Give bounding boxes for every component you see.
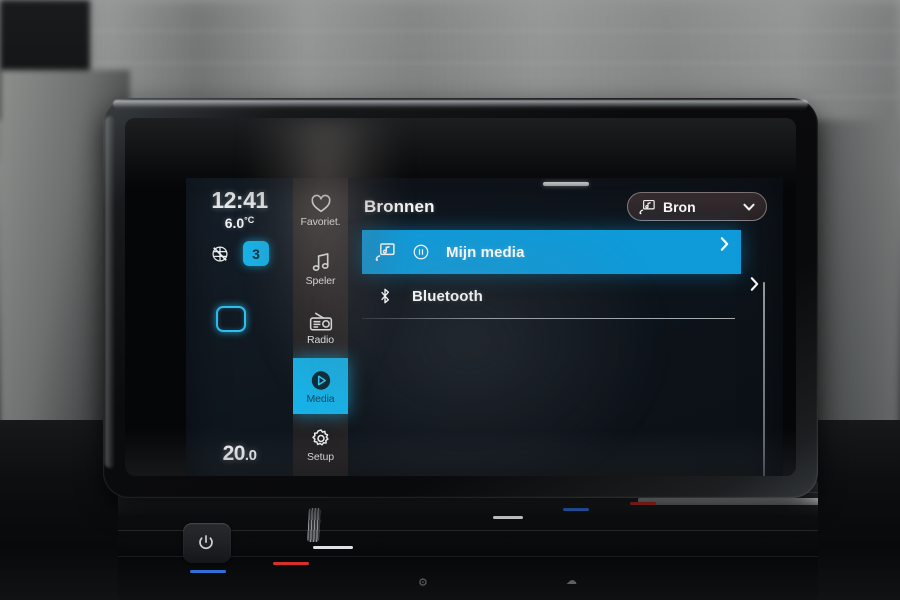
panel-drag-handle[interactable] (542, 182, 589, 186)
temp-slider-cold-marker[interactable] (190, 570, 226, 573)
outside-temperature-value: 6.0 (224, 215, 245, 231)
outside-temperature: 6.0°C (186, 215, 293, 231)
chevron-down-icon (743, 203, 755, 210)
list-separator (362, 318, 735, 319)
gear-icon (311, 429, 329, 446)
sources-list: Mijn media Bluetooth (348, 230, 783, 476)
source-dropdown-label: Bron (663, 198, 696, 215)
source-dropdown-button[interactable]: Bron (627, 192, 767, 221)
list-item-bluetooth[interactable]: Bluetooth (362, 274, 759, 318)
chevron-right-icon[interactable] (718, 236, 731, 252)
play-circle-icon (311, 370, 330, 390)
page-title: Bronnen (364, 196, 435, 216)
defrost-off-icon[interactable] (210, 244, 230, 264)
set-temperature-whole: 20 (222, 442, 246, 465)
background-line (0, 62, 900, 64)
infotainment-display: 12:41 6.0°C 3 20.0 Favoriet. Speler Radi… (125, 118, 796, 476)
pause-circle-icon (413, 244, 429, 260)
music-note-icon (312, 253, 329, 271)
nav-label-favoriet: Favoriet. (300, 216, 341, 229)
vertical-scrollbar[interactable] (763, 282, 765, 476)
set-temperature-decimal: .0 (244, 447, 257, 464)
media-source-icon (375, 243, 395, 262)
list-item-label: Mijn media (446, 243, 525, 261)
chevron-right-icon[interactable] (748, 276, 761, 292)
nav-item-favoriet[interactable]: Favoriet. (293, 182, 348, 238)
nav-item-speler[interactable]: Speler (293, 241, 348, 297)
nav-label-radio: Radio (307, 333, 334, 346)
list-item-label: Bluetooth (412, 287, 483, 305)
outside-temperature-unit: °C (244, 215, 255, 225)
brightness-slider-marker[interactable] (313, 546, 353, 549)
radio-icon (309, 312, 332, 331)
nav-label-setup: Setup (307, 451, 334, 464)
temp-slider-cold-marker-right[interactable] (563, 508, 589, 511)
background-line (0, 30, 900, 32)
heart-icon (310, 194, 331, 213)
bluetooth-icon (381, 288, 390, 304)
list-item-mijn-media[interactable]: Mijn media (362, 230, 741, 274)
bezel-highlight-left (105, 116, 115, 468)
console-vent-blade (638, 498, 818, 505)
volume-slider-marker[interactable] (493, 516, 523, 519)
nav-item-media[interactable]: Media (293, 358, 348, 415)
source-dropdown-left: Bron (638, 199, 696, 215)
nav-label-media: Media (306, 392, 335, 405)
console-knurled-control[interactable] (307, 508, 321, 542)
main-panel: Bronnen Bron Mijn media Bluetooth (348, 178, 783, 476)
bezel-highlight (113, 100, 808, 111)
nav-item-setup[interactable]: Setup (293, 417, 348, 473)
nav-item-radio[interactable]: Radio (293, 300, 348, 356)
temp-slider-hot-marker-right[interactable] (630, 502, 656, 505)
temp-slider-hot-marker[interactable] (273, 562, 309, 565)
fan-speed-badge[interactable]: 3 (243, 241, 269, 266)
climate-status-row: 3 (186, 241, 293, 266)
power-icon (199, 535, 213, 550)
nav-rail: Favoriet. Speler Radio Media Setup (293, 178, 348, 476)
power-button[interactable] (183, 523, 231, 563)
infotainment-bezel: 12:41 6.0°C 3 20.0 Favoriet. Speler Radi… (103, 98, 818, 498)
status-column: 12:41 6.0°C 3 20.0 (186, 178, 293, 476)
media-source-icon (639, 199, 655, 214)
clock: 12:41 (211, 187, 268, 213)
set-temperature[interactable]: 20.0 (186, 442, 293, 466)
photo-scene: ⚙ ☁ 12:41 6.0°C 3 20.0 Favoriet. Speler … (0, 0, 900, 600)
seat-heating-button[interactable] (216, 306, 246, 332)
infotainment-ui: 12:41 6.0°C 3 20.0 Favoriet. Speler Radi… (186, 178, 783, 476)
nav-label-speler: Speler (305, 275, 336, 287)
